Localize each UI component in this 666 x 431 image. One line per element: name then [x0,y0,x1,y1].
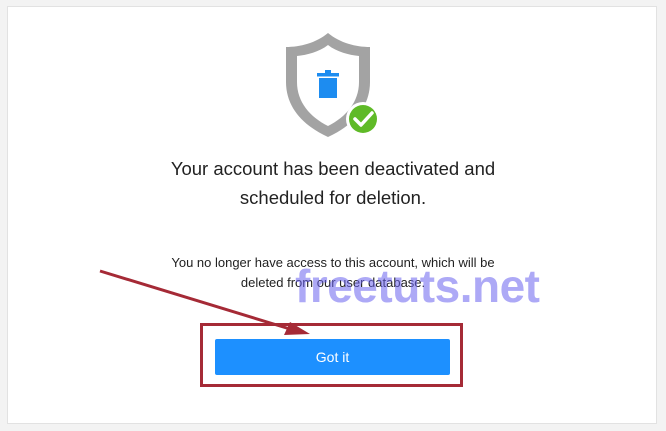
dialog-title-line-2: scheduled for deletion. [239,187,427,208]
trash-icon [317,70,339,98]
screenshot-stage: Your account has been deactivated and sc… [0,0,666,431]
dialog-title-line-1: Your account has been deactivated and [170,158,496,179]
dialog-message: You no longer have access to this accoun… [0,253,666,293]
dialog-message-line-2: deleted from our user database. [240,275,426,290]
dialog-title: Your account has been deactivated and sc… [0,154,666,212]
got-it-button[interactable]: Got it [215,339,450,375]
dialog-message-line-1: You no longer have access to this accoun… [171,255,495,270]
check-badge-icon [346,102,380,136]
shield-trash-check-icon [286,33,380,137]
